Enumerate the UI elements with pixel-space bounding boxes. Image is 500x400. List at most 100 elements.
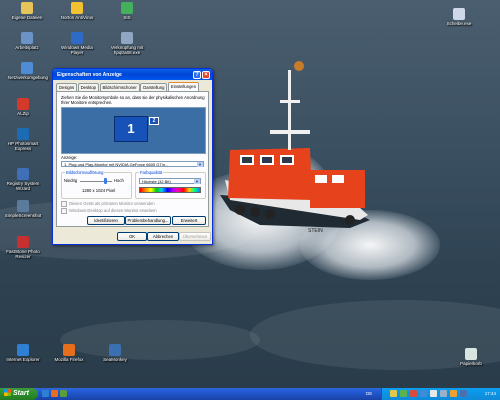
- resolution-low-label: Niedrig: [64, 178, 78, 183]
- tray-icon[interactable]: [420, 390, 427, 397]
- desktop-icon[interactable]: Mozilla Firefox: [50, 344, 88, 362]
- tray-icon[interactable]: [410, 390, 417, 397]
- display-select[interactable]: 1. Plug und Play-Monitor mit NVIDIA GeFo…: [61, 161, 204, 167]
- color-quality-select[interactable]: Höchste (32 Bit) ▼: [139, 178, 201, 184]
- desktop-icon[interactable]: Eigene Dateien: [8, 2, 46, 20]
- shortcut-icon: [17, 236, 29, 248]
- desktop-icon[interactable]: SIS: [108, 2, 146, 20]
- desktop-icon[interactable]: Windows Media Player: [58, 32, 96, 55]
- tab-settings[interactable]: Einstellungen: [167, 82, 200, 91]
- network-icon[interactable]: [440, 390, 447, 397]
- desktop-icon-label: Papierkorb: [460, 361, 482, 366]
- desktop-icon[interactable]: FastStone Photo Resizer: [4, 236, 42, 259]
- ok-button[interactable]: OK: [117, 232, 147, 241]
- start-button[interactable]: Start: [0, 388, 38, 400]
- taskbar: Start DE 17:44: [0, 388, 500, 400]
- system-tray: 17:44: [381, 388, 500, 400]
- tray-icon[interactable]: [450, 390, 457, 397]
- desktop-icon-label: Windows Media Player: [61, 45, 93, 55]
- desktop-icon[interactable]: Netzwerkumgebung: [8, 62, 48, 80]
- desktop-icon-label: HP Photosmart Express: [7, 141, 39, 151]
- desktop-icon[interactable]: Norton AntiVirus: [58, 2, 96, 20]
- desktop-icon[interactable]: Arbeitsplatz: [8, 32, 46, 50]
- shortcut-icon: [17, 200, 29, 212]
- color-quality-value: Höchste (32 Bit): [142, 179, 171, 184]
- tab-strip: Designs Desktop Bildschirmschoner Darste…: [56, 82, 200, 91]
- shortcut-icon: [17, 344, 29, 356]
- desktop-icon[interactable]: HP Photosmart Express: [4, 128, 42, 151]
- display-properties-dialog: Eigenschaften von Anzeige ? × Designs De…: [52, 68, 213, 245]
- display-label: Anzeige:: [61, 155, 78, 160]
- checkbox-box: [61, 201, 67, 207]
- extend-desktop-label: Windows-Desktop auf diesen Monitor erwei…: [69, 208, 157, 214]
- identify-button[interactable]: Identifizieren: [87, 216, 125, 225]
- resolution-group-title: Bildschirmauflösung: [65, 170, 105, 175]
- primary-monitor-checkbox[interactable]: Diesen Gerät als primären Monitor verwen…: [61, 201, 155, 207]
- desktop-icon[interactable]: SeaMonkey: [96, 344, 134, 362]
- shortcut-icon: [17, 168, 29, 180]
- tab-screensaver[interactable]: Bildschirmschoner: [99, 83, 140, 91]
- title-bar[interactable]: Eigenschaften von Anzeige ? ×: [53, 69, 212, 80]
- tray-icon[interactable]: [400, 390, 407, 397]
- desktop-icon-label: Registry System Wizard: [6, 181, 40, 191]
- tray-icon[interactable]: [460, 390, 467, 397]
- desktop-icon-label: SimpleScreenshot: [4, 213, 42, 218]
- tab-designs[interactable]: Designs: [56, 83, 78, 91]
- shortcut-icon: [453, 8, 465, 20]
- shortcut-icon: [121, 32, 133, 44]
- advanced-button[interactable]: Erweitert: [172, 216, 206, 225]
- desktop-icon[interactable]: Verknüpfung mit hpqtra08.exe: [108, 32, 146, 55]
- desktop-icon[interactable]: Internet Explorer: [4, 344, 42, 362]
- shortcut-icon: [71, 2, 83, 14]
- dialog-title: Eigenschaften von Anzeige: [57, 72, 122, 78]
- shortcut-icon: [17, 128, 29, 140]
- shortcut-icon: [21, 32, 33, 44]
- cancel-button[interactable]: Abbrechen: [147, 232, 179, 241]
- monitor-1[interactable]: 1: [114, 116, 148, 142]
- shortcut-icon: [121, 2, 133, 14]
- desktop-icon-label: Eigene Dateien: [11, 15, 43, 20]
- extend-desktop-checkbox[interactable]: Windows-Desktop auf diesen Monitor erwei…: [61, 208, 157, 214]
- troubleshoot-button[interactable]: Problembehandlung...: [125, 216, 171, 225]
- tab-desktop[interactable]: Desktop: [77, 83, 100, 91]
- desktop-icon-label: Scheibe.exe: [446, 21, 472, 26]
- desktop-icon[interactable]: Papierkorb: [452, 348, 490, 366]
- color-quality-group-title: Farbqualität: [139, 170, 164, 175]
- tab-appearance[interactable]: Darstellung: [140, 83, 168, 91]
- color-quality-group: Farbqualität Höchste (32 Bit) ▼: [135, 170, 206, 199]
- chevron-down-icon: ▼: [194, 179, 200, 184]
- color-spectrum-bar: [139, 187, 201, 193]
- resolution-slider[interactable]: [104, 178, 107, 184]
- desktop-icon[interactable]: Scheibe.exe: [440, 8, 478, 26]
- desktop-icon-label: Internet Explorer: [6, 357, 40, 362]
- show-desktop-icon[interactable]: [60, 390, 67, 397]
- resolution-group: Bildschirmauflösung Niedrig Hoch 1280 x …: [61, 170, 132, 199]
- desktop-icon-label: Arbeitsplatz: [15, 45, 39, 50]
- desktop-icon-label: SeaMonkey: [103, 357, 127, 362]
- close-button[interactable]: ×: [202, 70, 210, 79]
- help-button[interactable]: ?: [193, 70, 201, 79]
- shortcut-icon: [63, 344, 75, 356]
- firefox-icon[interactable]: [51, 390, 58, 397]
- volume-icon[interactable]: [430, 390, 437, 397]
- desktop-icon[interactable]: SimpleScreenshot: [4, 200, 42, 218]
- monitor-2[interactable]: 2: [149, 117, 159, 125]
- desktop-icon-label: Norton AntiVirus: [60, 15, 94, 20]
- display-select-value: 1. Plug und Play-Monitor mit NVIDIA GeFo…: [64, 162, 169, 167]
- shortcut-icon: [21, 2, 33, 14]
- windows-logo-icon: [4, 389, 11, 396]
- desktop-icon[interactable]: Registry System Wizard: [4, 168, 42, 191]
- language-indicator[interactable]: DE: [366, 391, 372, 396]
- resolution-value: 1280 x 1024 Pixel: [82, 188, 116, 193]
- desktop-icon-label: Mozilla Firefox: [54, 357, 84, 362]
- internet-explorer-icon[interactable]: [42, 390, 49, 397]
- start-label: Start: [13, 390, 29, 397]
- tray-icon[interactable]: [390, 390, 397, 397]
- desktop-icon[interactable]: ALZip: [4, 98, 42, 116]
- clock: 17:44: [484, 391, 496, 396]
- shortcut-icon: [17, 98, 29, 110]
- instruction-text: Ziehen Sie die Monitorsymbole so an, das…: [61, 95, 205, 105]
- apply-button[interactable]: Übernehmen: [179, 232, 211, 241]
- desktop-icon-label: Verknüpfung mit hpqtra08.exe: [110, 45, 144, 55]
- shortcut-icon: [21, 62, 33, 74]
